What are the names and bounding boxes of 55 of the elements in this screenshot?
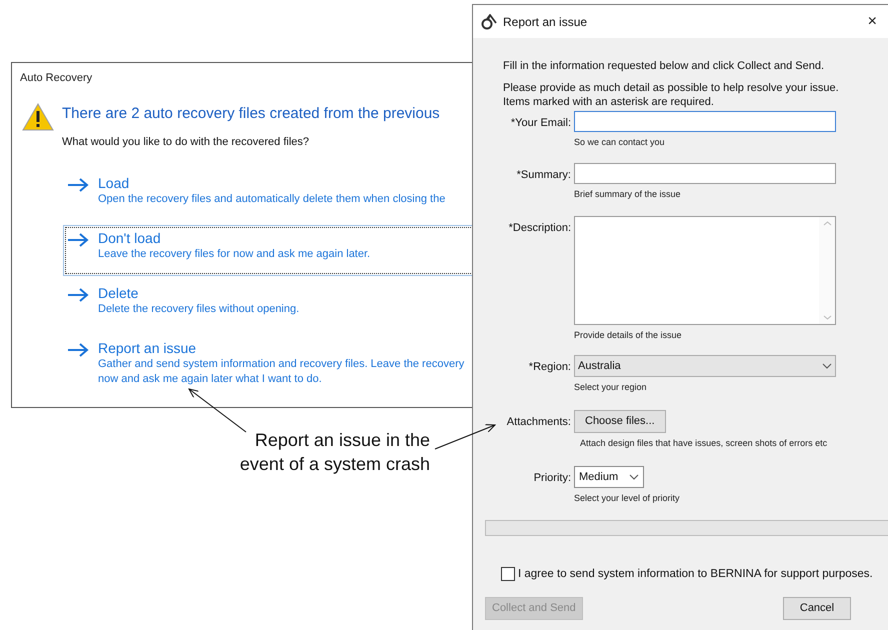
recovery-option[interactable]: Delete Delete the recovery files without opening. bbox=[63, 280, 480, 331]
option-description: Leave the recovery files for now and ask me again later. bbox=[98, 247, 370, 262]
chevron-down-icon bbox=[629, 474, 639, 480]
scrollbar[interactable] bbox=[819, 216, 835, 324]
machine-icon bbox=[481, 14, 497, 30]
field-label: Priority: bbox=[534, 471, 571, 486]
field-label: Attachments: bbox=[506, 414, 571, 430]
field-hint: Provide details of the issue bbox=[574, 328, 682, 342]
warning-icon bbox=[22, 103, 54, 131]
text-input-field[interactable] bbox=[574, 163, 836, 184]
close-button[interactable]: × bbox=[868, 14, 877, 30]
agree-label: I agree to send system information to BERNINA for support purposes. bbox=[518, 566, 873, 582]
intro-text: Fill in the information requested below and click Collect and Send. bbox=[503, 59, 826, 74]
leader-line bbox=[434, 424, 496, 450]
scroll-up-icon[interactable] bbox=[822, 220, 832, 226]
cancel-button[interactable]: Cancel bbox=[783, 596, 851, 620]
recovery-option[interactable]: Load Open the recovery files and automatically delete them when closing the bbox=[63, 170, 480, 221]
details-text: Please provide as much detail as possible to help resolve your issue. bbox=[503, 80, 840, 94]
option-title: Delete bbox=[98, 284, 140, 302]
dialog-title: Report an issue bbox=[503, 14, 588, 30]
field-hint: Select your level of priority bbox=[574, 492, 680, 505]
agree-checkbox[interactable] bbox=[501, 567, 515, 582]
option-title: Don't load bbox=[98, 229, 162, 247]
region-dropdown[interactable]: Australia bbox=[574, 355, 836, 377]
description-field[interactable] bbox=[574, 216, 836, 324]
field-label: *Region: bbox=[528, 360, 571, 375]
recovery-heading: There are 2 auto recovery files created from the previous bbox=[62, 104, 440, 124]
field-label: *Your Email: bbox=[510, 116, 571, 130]
option-description: now and ask me again later what I want to do. bbox=[98, 372, 323, 387]
recovery-option[interactable]: Report an issue Gather and send system information and recovery files. Leave the recovery now and ask me again later what I want to do. bbox=[63, 335, 480, 386]
text-input-field[interactable] bbox=[574, 110, 836, 132]
option-description: Open the recovery files and automatically delete them when closing the bbox=[98, 192, 446, 207]
option-title: Report an issue bbox=[98, 339, 198, 357]
field-hint: Attach design files that have issues, screen shots of errors etc bbox=[580, 436, 828, 450]
leader-line bbox=[188, 388, 246, 432]
field-hint: Select your region bbox=[574, 381, 647, 394]
arrow-icon bbox=[67, 288, 89, 302]
field-hint: Brief summary of the issue bbox=[574, 188, 681, 201]
option-description: Delete the recovery files without opening. bbox=[98, 302, 300, 317]
dialog-title: Auto Recovery bbox=[20, 71, 92, 86]
scroll-down-icon[interactable] bbox=[822, 314, 832, 320]
recovery-question: What would you like to do with the recovered files? bbox=[62, 134, 310, 150]
option-description: Gather and send system information and recovery files. Leave the recovery bbox=[98, 357, 464, 372]
arrow-icon bbox=[67, 233, 89, 247]
field-label: *Description: bbox=[508, 220, 571, 236]
field-hint: So we can contact you bbox=[574, 136, 665, 149]
arrow-icon bbox=[67, 178, 89, 192]
arrow-icon bbox=[67, 343, 89, 357]
chevron-down-icon bbox=[822, 363, 832, 369]
field-label: *Summary: bbox=[516, 168, 571, 183]
callout-text: Report an issue in the event of a system crash bbox=[238, 429, 430, 476]
option-title: Load bbox=[98, 174, 130, 192]
choose-files-button[interactable]: Choose files... bbox=[574, 410, 666, 432]
required-note: Items marked with an asterisk are required. bbox=[503, 94, 715, 108]
priority-dropdown[interactable]: Medium bbox=[574, 466, 644, 488]
